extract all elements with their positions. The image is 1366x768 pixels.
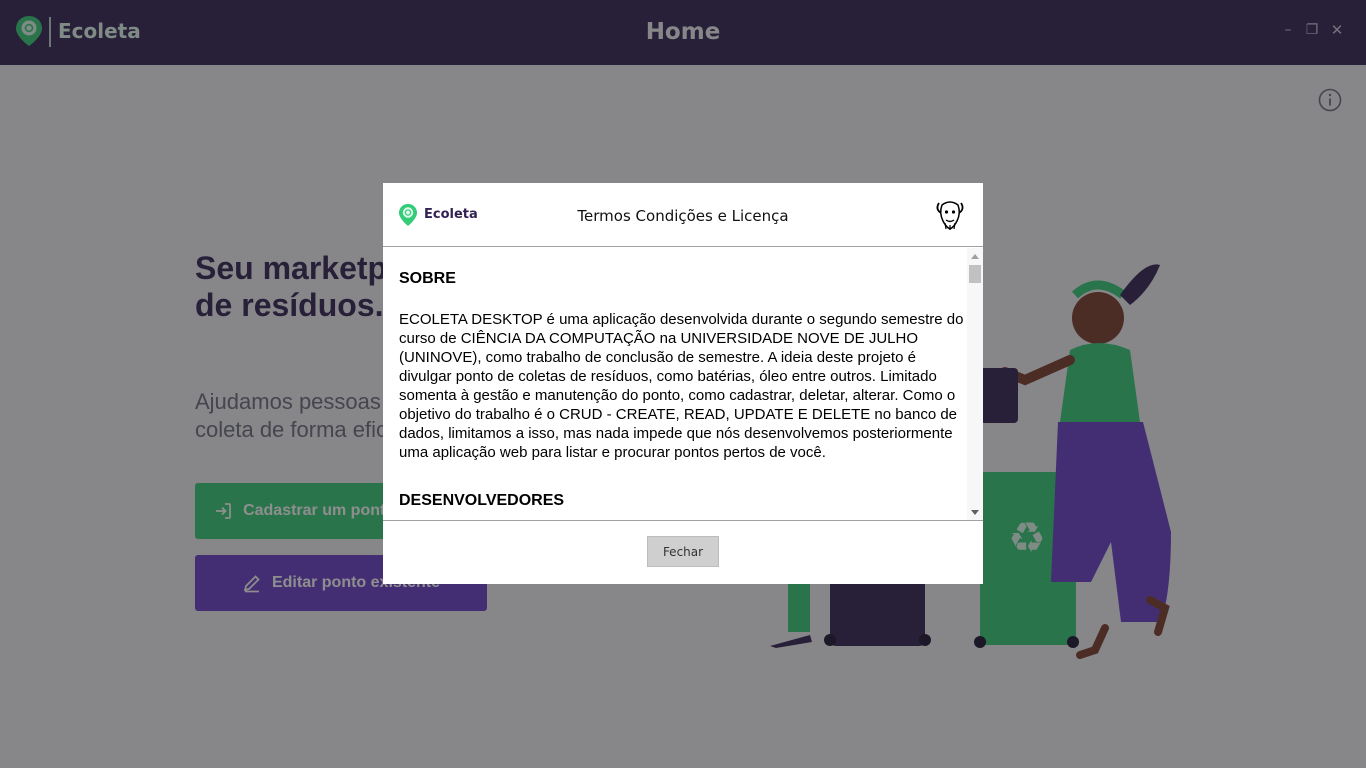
section-heading-developers: DESENVOLVEDORES	[399, 492, 565, 509]
scrollbar-thumb[interactable]	[969, 265, 981, 283]
terms-dialog: Ecoleta Termos Condições e Licença SOBRE…	[383, 183, 983, 584]
gnu-head-icon	[936, 201, 964, 230]
scroll-up-icon[interactable]	[971, 254, 979, 259]
scroll-down-icon[interactable]	[971, 510, 979, 515]
close-dialog-button[interactable]: Fechar	[647, 536, 719, 567]
dialog-title: Termos Condições e Licença	[577, 207, 789, 225]
dialog-header: Ecoleta Termos Condições e Licença	[383, 183, 983, 247]
dialog-footer: Fechar	[383, 522, 983, 584]
section-heading-about: SOBRE	[399, 270, 456, 287]
dialog-scroll-area[interactable]: SOBRE ECOLETA DESKTOP é uma aplicação de…	[383, 248, 983, 521]
terms-content: SOBRE ECOLETA DESKTOP é uma aplicação de…	[399, 248, 965, 520]
section-text-about: ECOLETA DESKTOP é uma aplicação desenvol…	[399, 311, 964, 461]
vertical-scrollbar[interactable]	[967, 248, 983, 520]
